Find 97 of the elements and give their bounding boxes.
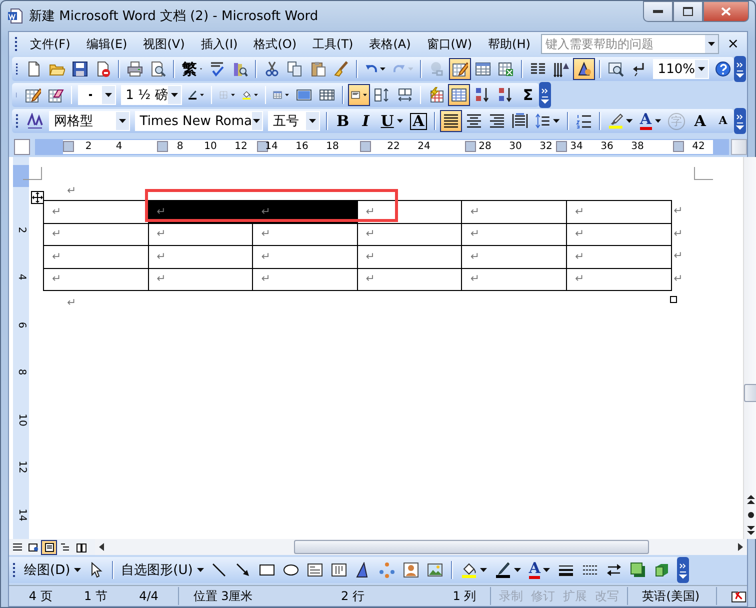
- status-item: 1 节: [82, 588, 108, 604]
- table-cell[interactable]: ↵: [566, 268, 672, 291]
- ruler-number: 12: [234, 141, 248, 153]
- toolbar-button[interactable]: B: [332, 110, 354, 132]
- menu-item[interactable]: 工具(T): [304, 34, 362, 54]
- ruler-number: 2: [16, 226, 26, 233]
- row-end-mark: ↵: [674, 204, 683, 218]
- menu-item[interactable]: 窗口(W): [418, 34, 480, 54]
- paragraph-mark: ↵: [574, 272, 584, 286]
- ruler-number: 4: [116, 141, 122, 153]
- status-item: 2 行: [340, 588, 366, 604]
- ruler-number: 4: [16, 274, 26, 280]
- paragraph-mark: ↵: [156, 227, 166, 242]
- menu-item[interactable]: 插入(I): [192, 34, 246, 54]
- toolbar-button[interactable]: Σ: [516, 84, 539, 106]
- paragraph-mark: ↵: [366, 250, 375, 264]
- row-end-mark: ↵: [674, 272, 683, 286]
- ruler-number: 16: [296, 141, 308, 153]
- menu-item[interactable]: 编辑(E): [78, 34, 136, 54]
- menu-item[interactable]: 格式(O): [246, 34, 305, 54]
- ruler-number: 6: [16, 321, 26, 328]
- status-item: 录制: [498, 588, 524, 604]
- toolbar-button[interactable]: U: [378, 110, 406, 132]
- status-item: 扩展: [562, 588, 588, 604]
- paragraph-mark: ↵: [470, 227, 480, 242]
- status-item: 改写: [594, 588, 620, 604]
- ruler-number: 10: [16, 413, 26, 426]
- toolbar-button[interactable]: A: [636, 110, 664, 132]
- paragraph-mark: ↵: [366, 227, 375, 242]
- paragraph-mark: ↵: [574, 204, 584, 219]
- ruler-number: 14: [16, 508, 26, 521]
- status-item: 英语(美国): [641, 588, 701, 604]
- ruler-number: 38: [631, 141, 644, 153]
- toolbar-button[interactable]: 繁: [179, 58, 206, 80]
- ruler-number: 10: [204, 141, 217, 153]
- ruler-number: 32: [540, 141, 552, 153]
- ruler-number: 12: [16, 460, 26, 474]
- paragraph-mark: ↵: [261, 272, 270, 286]
- dropdown-field[interactable]: 110%: [652, 59, 709, 79]
- ruler-number: 30: [509, 141, 522, 153]
- menu-item[interactable]: 文件(F): [22, 34, 78, 54]
- row-end-mark: ↵: [674, 226, 683, 241]
- menu-item[interactable]: 表格(A): [361, 34, 419, 54]
- paragraph-mark: ↵: [67, 296, 76, 310]
- toolbar-button[interactable]: A: [526, 559, 554, 581]
- dropdown-field[interactable]: 五号: [268, 111, 320, 131]
- menu-item[interactable]: 帮助(H): [480, 34, 538, 54]
- toolbar-button[interactable]: A: [689, 110, 712, 132]
- status-item: 修订: [530, 588, 556, 604]
- paragraph-mark: ↵: [470, 250, 480, 264]
- menu-button[interactable]: 绘图(D): [22, 561, 84, 579]
- window-title: 新建 Microsoft Word 文档 (2) - Microsoft Word: [29, 8, 320, 25]
- paragraph-mark: ↵: [366, 272, 375, 286]
- paragraph-mark: ↵: [156, 204, 166, 219]
- status-item: 1 列: [452, 588, 478, 604]
- ruler-number: 28: [478, 141, 492, 153]
- toolbar-button[interactable]: A: [407, 110, 430, 132]
- paragraph-mark: ↵: [470, 204, 480, 219]
- ruler-number: 24: [418, 141, 430, 153]
- ruler-number: 18: [326, 141, 339, 153]
- paragraph-mark: ↵: [574, 227, 584, 242]
- paragraph-mark: ↵: [67, 184, 76, 198]
- toolbar-button[interactable]: I: [354, 110, 377, 132]
- paragraph-mark: ↵: [156, 250, 166, 264]
- ruler-number: 42: [692, 141, 705, 153]
- paragraph-mark: ↵: [156, 272, 166, 286]
- paragraph-mark: ↵: [366, 204, 375, 219]
- status-item: 位置 3厘米: [192, 588, 254, 604]
- menu-item[interactable]: 视图(V): [135, 34, 193, 54]
- ruler-number: 36: [600, 141, 614, 153]
- dropdown-field[interactable]: 网格型: [48, 111, 130, 131]
- paragraph-mark: ↵: [261, 204, 270, 219]
- paragraph-mark: ↵: [52, 250, 62, 264]
- paragraph-mark: ↵: [574, 250, 584, 264]
- ruler-number: 2: [85, 141, 92, 153]
- dropdown-field[interactable]: Times New Roma: [134, 111, 263, 131]
- table-cell[interactable]: ↵: [566, 200, 672, 224]
- paragraph-mark: ↵: [52, 227, 62, 242]
- paragraph-mark: ↵: [52, 272, 62, 286]
- ruler-number: 14: [265, 141, 278, 153]
- paragraph-mark: ↵: [261, 250, 270, 264]
- paragraph-mark: ↵: [470, 272, 480, 286]
- menu-button[interactable]: 自选图形(U): [119, 561, 206, 579]
- status-item: 4/4: [138, 589, 160, 603]
- status-item: 4 页: [28, 588, 54, 604]
- ruler-number: 34: [570, 141, 583, 153]
- close-document-button[interactable]: ×: [719, 36, 747, 52]
- dropdown-field[interactable]: 1 ½ 磅: [120, 85, 182, 105]
- paragraph-mark: ↵: [52, 204, 62, 219]
- paragraph-mark: ↵: [261, 227, 270, 242]
- horizontal-ruler[interactable]: 2 4 8 10 12 14 16 18 22 24 28 30 32 34 36 38 42: [35, 139, 729, 155]
- ruler-number: 8: [16, 368, 26, 376]
- ruler-number: 22: [387, 141, 400, 153]
- row-end-mark: ↵: [674, 249, 683, 264]
- table-cell[interactable]: ↵: [43, 268, 149, 291]
- toolbar-button[interactable]: A: [712, 110, 734, 132]
- ruler-number: 8: [176, 141, 184, 153]
